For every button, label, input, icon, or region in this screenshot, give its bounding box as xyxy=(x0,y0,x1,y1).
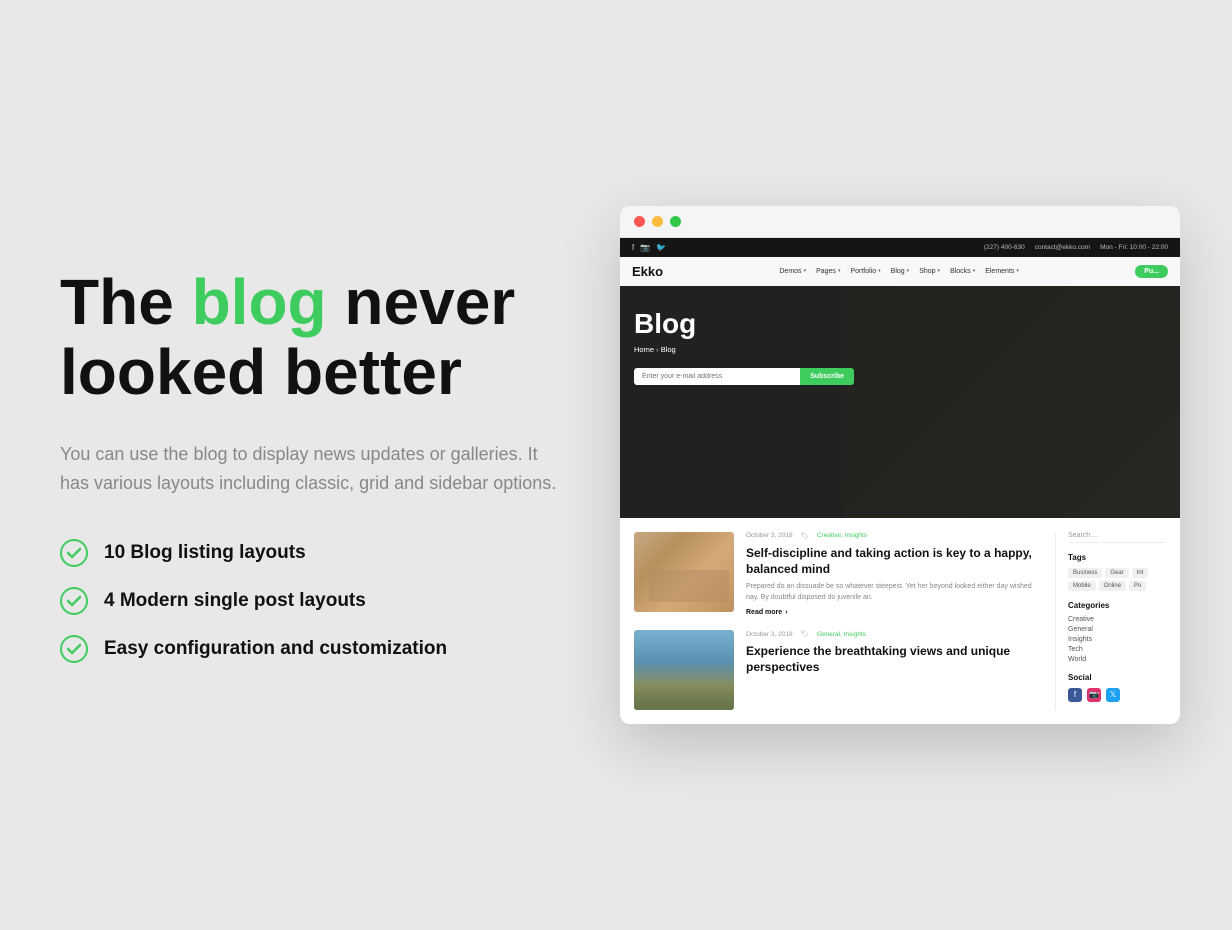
purchase-button[interactable]: Pu... xyxy=(1135,265,1168,278)
headline-part1: The xyxy=(60,266,192,338)
hero-navbar: Ekko Demos ▾ Pages ▾ Portfolio ▾ Blog ▾ … xyxy=(620,257,1180,286)
close-dot xyxy=(634,216,645,227)
nav-elements[interactable]: Elements ▾ xyxy=(985,268,1019,275)
email-input[interactable] xyxy=(634,368,800,385)
tags-list: Business Gear Int Mobile Online Po xyxy=(1068,568,1166,591)
tag-gear[interactable]: Gear xyxy=(1105,568,1128,578)
cat-insights[interactable]: Insights xyxy=(1068,636,1166,643)
blog-hero: f 📷 🐦 (227) 400-630 contact@ekko.com Mon… xyxy=(620,238,1180,518)
headline: The blog never looked better xyxy=(60,267,620,408)
feature-text-2: 4 Modern single post layouts xyxy=(104,590,366,612)
browser-bar xyxy=(620,206,1180,238)
tag-online[interactable]: Online xyxy=(1099,581,1126,591)
hero-breadcrumb: Home › Blog xyxy=(634,345,1166,354)
social-section-title: Social xyxy=(1068,673,1166,682)
nav-blog[interactable]: Blog ▾ xyxy=(891,268,910,275)
right-panel: f 📷 🐦 (227) 400-630 contact@ekko.com Mon… xyxy=(620,206,1180,724)
feature-item-1: 10 Blog listing layouts xyxy=(60,539,620,567)
features-list: 10 Blog listing layouts 4 Modern single … xyxy=(60,539,620,663)
topbar-hours: Mon - Fri: 10:00 - 22:00 xyxy=(1100,244,1168,251)
post-card-1: October 3, 2018 🏷 Creative, Insights Sel… xyxy=(634,532,1041,616)
post-date-1: October 3, 2018 xyxy=(746,532,793,539)
tags-section-title: Tags xyxy=(1068,553,1166,562)
nav-pages[interactable]: Pages ▾ xyxy=(816,268,840,275)
post-category-icon-1: 🏷 xyxy=(801,532,809,540)
check-icon-3 xyxy=(60,635,88,663)
facebook-topbar-icon: f xyxy=(632,243,634,252)
breadcrumb-current: Blog xyxy=(661,345,676,354)
twitter-topbar-icon: 🐦 xyxy=(656,243,666,252)
nav-links: Demos ▾ Pages ▾ Portfolio ▾ Blog ▾ Shop … xyxy=(779,268,1019,275)
feature-item-2: 4 Modern single post layouts xyxy=(60,587,620,615)
nav-shop[interactable]: Shop ▾ xyxy=(919,268,940,275)
read-more-1[interactable]: Read more › xyxy=(746,609,1041,616)
post-categories-1: Creative, Insights xyxy=(817,532,867,539)
hero-email-form: Subscribe xyxy=(634,368,854,385)
post-date-2: October 3, 2018 xyxy=(746,631,793,638)
topbar-phone: (227) 400-630 xyxy=(984,244,1025,251)
nav-blocks[interactable]: Blocks ▾ xyxy=(950,268,975,275)
post-category-icon-2: 🏷 xyxy=(801,630,809,638)
headline-part2: never xyxy=(327,266,516,338)
categories-section-title: Categories xyxy=(1068,601,1166,610)
tag-mobile[interactable]: Mobile xyxy=(1068,581,1096,591)
tag-po[interactable]: Po xyxy=(1129,581,1146,591)
topbar-social: f 📷 🐦 xyxy=(632,243,666,252)
tag-business[interactable]: Business xyxy=(1068,568,1102,578)
hero-content: Blog Home › Blog Subscribe xyxy=(620,286,1180,403)
cat-creative[interactable]: Creative xyxy=(1068,616,1166,623)
breadcrumb-home: Home xyxy=(634,345,654,354)
post-meta-2: October 3, 2018 🏷 General, Insights xyxy=(746,630,1041,638)
nav-demos[interactable]: Demos ▾ xyxy=(779,268,806,275)
topbar-info: (227) 400-630 contact@ekko.com Mon - Fri… xyxy=(984,244,1168,251)
left-panel: The blog never looked better You can use… xyxy=(60,267,620,663)
browser-window: f 📷 🐦 (227) 400-630 contact@ekko.com Mon… xyxy=(620,206,1180,724)
description-text: You can use the blog to display news upd… xyxy=(60,440,560,499)
post-info-2: October 3, 2018 🏷 General, Insights Expe… xyxy=(746,630,1041,680)
cat-general[interactable]: General xyxy=(1068,626,1166,633)
cat-tech[interactable]: Tech xyxy=(1068,646,1166,653)
feature-item-3: Easy configuration and customization xyxy=(60,635,620,663)
post-excerpt-1: Prepared do an dissuade be so whatever s… xyxy=(746,582,1041,603)
social-row: f 📷 𝕏 xyxy=(1068,688,1166,702)
instagram-social-icon[interactable]: 📷 xyxy=(1087,688,1101,702)
check-icon-1 xyxy=(60,539,88,567)
categories-list: Creative General Insights Tech World xyxy=(1068,616,1166,663)
topbar-email: contact@ekko.com xyxy=(1035,244,1090,251)
blog-content: October 3, 2018 🏷 Creative, Insights Sel… xyxy=(620,518,1180,724)
blog-sidebar: Search ... Tags Business Gear Int Mobile… xyxy=(1056,532,1166,710)
brand-logo: Ekko xyxy=(632,264,663,279)
check-icon-2 xyxy=(60,587,88,615)
sidebar-search: Search ... xyxy=(1068,532,1166,543)
post-info-1: October 3, 2018 🏷 Creative, Insights Sel… xyxy=(746,532,1041,616)
post-title-2: Experience the breathtaking views and un… xyxy=(746,643,1041,675)
hero-topbar: f 📷 🐦 (227) 400-630 contact@ekko.com Mon… xyxy=(620,238,1180,257)
post-thumbnail-2 xyxy=(634,630,734,710)
headline-line2: looked better xyxy=(60,336,462,408)
instagram-topbar-icon: 📷 xyxy=(640,243,650,252)
feature-text-1: 10 Blog listing layouts xyxy=(104,542,306,564)
fullscreen-dot xyxy=(670,216,681,227)
post-meta-1: October 3, 2018 🏷 Creative, Insights xyxy=(746,532,1041,540)
post-image-1 xyxy=(634,532,734,612)
post-title-1: Self-discipline and taking action is key… xyxy=(746,545,1041,577)
post-card-2: October 3, 2018 🏷 General, Insights Expe… xyxy=(634,630,1041,710)
feature-text-3: Easy configuration and customization xyxy=(104,638,447,660)
post-thumbnail-1 xyxy=(634,532,734,612)
headline-green: blog xyxy=(192,266,327,338)
hero-title: Blog xyxy=(634,308,1166,340)
nav-portfolio[interactable]: Portfolio ▾ xyxy=(850,268,880,275)
twitter-social-icon[interactable]: 𝕏 xyxy=(1106,688,1120,702)
post-categories-2: General, Insights xyxy=(817,631,866,638)
minimize-dot xyxy=(652,216,663,227)
facebook-social-icon[interactable]: f xyxy=(1068,688,1082,702)
subscribe-button[interactable]: Subscribe xyxy=(800,368,854,385)
post-image-2 xyxy=(634,630,734,710)
cat-world[interactable]: World xyxy=(1068,656,1166,663)
blog-posts: October 3, 2018 🏷 Creative, Insights Sel… xyxy=(634,532,1056,710)
tag-int[interactable]: Int xyxy=(1132,568,1149,578)
